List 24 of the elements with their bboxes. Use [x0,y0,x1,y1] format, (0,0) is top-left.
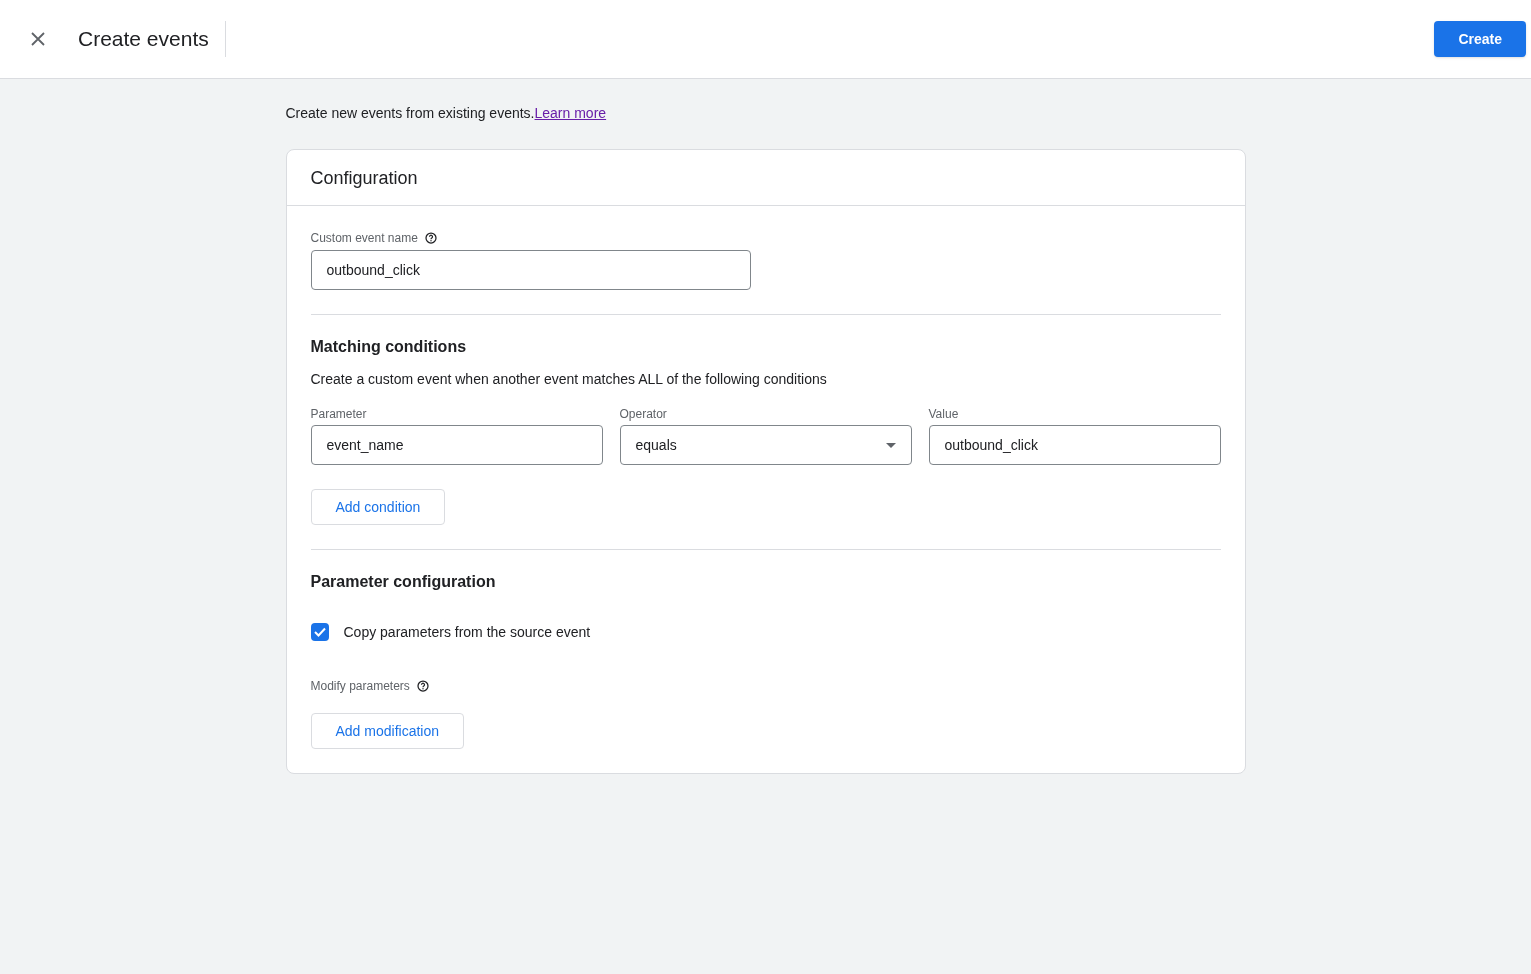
page-title: Create events [78,21,226,57]
operator-dropdown[interactable]: equals [619,425,912,465]
section-description: Create a custom event when another event matches ALL of the following conditions [310,370,828,389]
field-label: Custom event name [310,230,418,246]
help-icon [416,680,429,692]
create-button[interactable]: Create [1434,21,1526,57]
checkbox-label: Copy parameters from the source event [343,623,591,642]
learn-more-link[interactable]: Learn more [534,105,607,121]
field-label: Operator [619,406,668,422]
input-field[interactable]: event_name [310,425,603,465]
field-label: Modify parameters [310,678,410,694]
field-label: Parameter [310,406,368,422]
caret-icon [885,442,896,448]
add-condition-button[interactable]: Add condition [310,489,446,525]
section-title: Parameter configuration [310,572,497,592]
add-modification-button[interactable]: Add modification [310,713,464,749]
section-title: Matching conditions [310,337,468,357]
intro-text: Create new events from existing events.Learn more [285,104,608,123]
input-field[interactable]: outbound_click [928,425,1221,465]
checkbox[interactable] [310,623,329,641]
help-icon [424,232,437,244]
card-title: Configuration [310,166,418,190]
input-field[interactable]: outbound_click [310,250,751,290]
field-label: Value [928,406,960,422]
